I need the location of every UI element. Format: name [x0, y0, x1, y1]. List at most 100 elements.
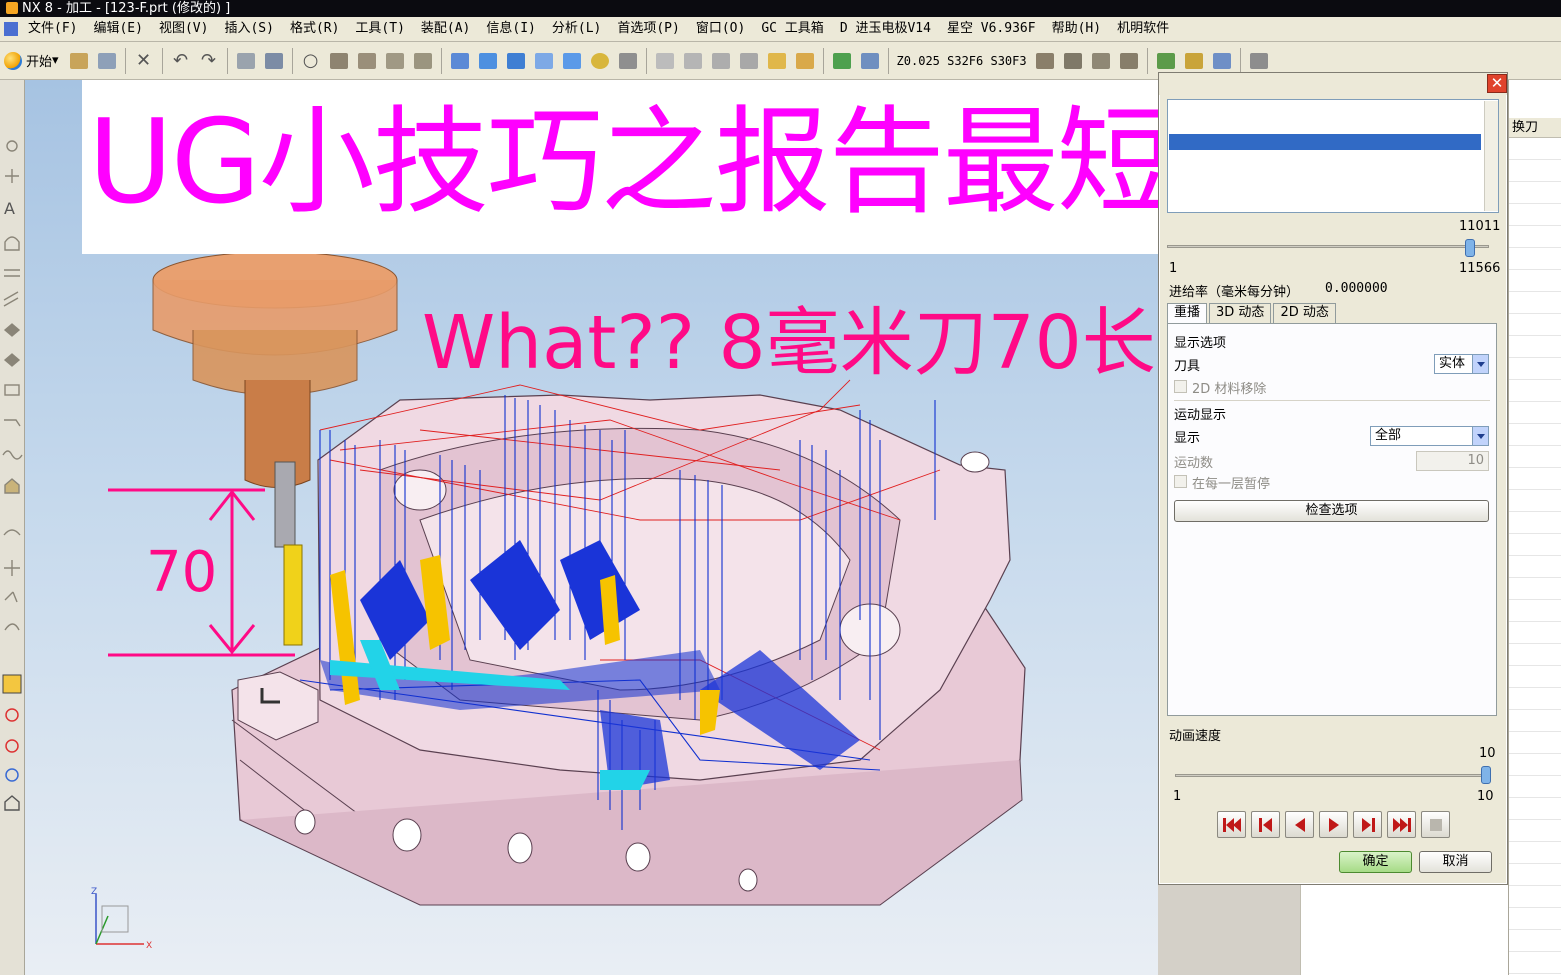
menu-view[interactable]: 视图(V): [151, 18, 216, 40]
list-button[interactable]: [1209, 48, 1235, 74]
corner-icon: [683, 52, 702, 69]
save-icon: [97, 52, 116, 69]
section-button[interactable]: [615, 48, 641, 74]
animation-speed-label: 动画速度: [1169, 729, 1222, 744]
undo-button[interactable]: ↶: [168, 48, 194, 74]
menu-format[interactable]: 格式(R): [282, 18, 347, 40]
menu-preferences[interactable]: 首选项(P): [609, 18, 687, 40]
dialog-close-button[interactable]: ✕: [1487, 74, 1507, 93]
chart-button[interactable]: [1153, 48, 1179, 74]
step-forward-button[interactable]: [1353, 811, 1382, 838]
corner-button[interactable]: [680, 48, 706, 74]
plane-button[interactable]: [708, 48, 734, 74]
fast-forward-to-end-button[interactable]: [1387, 811, 1416, 838]
svg-text:X: X: [146, 941, 152, 951]
solid-cube-button[interactable]: [503, 48, 529, 74]
menu-help[interactable]: 帮助(H): [1044, 18, 1109, 40]
toolbar-separator: [124, 47, 126, 74]
shaded-view-button[interactable]: [475, 48, 501, 74]
material-removal-checkbox[interactable]: [1174, 380, 1187, 393]
report-button[interactable]: [1181, 48, 1207, 74]
pause-each-layer-checkbox[interactable]: [1174, 475, 1187, 488]
delete-button[interactable]: ✕: [131, 48, 157, 74]
save-button[interactable]: [94, 48, 120, 74]
tool-display-select[interactable]: 实体: [1434, 354, 1489, 374]
tool-a-button[interactable]: [1032, 48, 1058, 74]
wire-cube-button[interactable]: [531, 48, 557, 74]
play-reverse-button[interactable]: [1285, 811, 1314, 838]
menu-assembly[interactable]: 装配(A): [413, 18, 478, 40]
close-x-icon: ✕: [136, 50, 152, 71]
cancel-button[interactable]: 取消: [1419, 851, 1492, 873]
check-options-button[interactable]: 检查选项: [1174, 500, 1489, 522]
feed-rate-value: 0.000000: [1325, 281, 1388, 296]
cut-button[interactable]: [233, 48, 259, 74]
fit-icon: [450, 52, 469, 69]
cutter-button[interactable]: [354, 48, 380, 74]
stop-button[interactable]: [1421, 811, 1450, 838]
menu-file[interactable]: 文件(F): [20, 18, 85, 40]
motion-count-input[interactable]: 10: [1416, 451, 1489, 471]
tab-replay[interactable]: 重播: [1167, 303, 1208, 323]
play-button[interactable]: [1319, 811, 1348, 838]
ok-button[interactable]: 确定: [1339, 851, 1412, 873]
svg-text:Z: Z: [91, 887, 97, 897]
selection-filter-button[interactable]: [261, 48, 287, 74]
csys-button[interactable]: [857, 48, 883, 74]
menu-analysis[interactable]: 分析(L): [544, 18, 609, 40]
menu-jiming[interactable]: 机明软件: [1109, 18, 1177, 40]
rewind-start-icon: [1223, 818, 1241, 832]
list-icon: [1212, 52, 1231, 69]
start-button[interactable]: 开始 ▾: [2, 48, 65, 74]
tab-3d-dynamic[interactable]: 3D 动态: [1209, 303, 1272, 323]
animation-speed-track[interactable]: [1175, 774, 1489, 777]
machine-tool-button[interactable]: [326, 48, 352, 74]
wcs-button[interactable]: [829, 48, 855, 74]
circle-tool-button[interactable]: ○: [298, 48, 324, 74]
menu-information[interactable]: 信息(I): [478, 18, 543, 40]
geometry-button[interactable]: [382, 48, 408, 74]
column-header-tool-change[interactable]: 换刀: [1509, 118, 1561, 138]
tab-2d-dynamic[interactable]: 2D 动态: [1273, 303, 1336, 323]
dialog-title-bar[interactable]: [1159, 73, 1507, 95]
motion-slider-track[interactable]: [1167, 245, 1489, 248]
toolpath-list-scrollbar[interactable]: [1484, 101, 1498, 211]
feed-readout: Z0.025 S32F6 S30F3: [896, 53, 1027, 68]
open-button[interactable]: [66, 48, 92, 74]
toolbar-separator: [291, 47, 293, 74]
angle-button[interactable]: [792, 48, 818, 74]
rewind-to-start-button[interactable]: [1217, 811, 1246, 838]
surface-button[interactable]: [736, 48, 762, 74]
more-button[interactable]: [1246, 48, 1272, 74]
display-options-heading: 显示选项: [1174, 336, 1227, 351]
menu-xingkong[interactable]: 星空 V6.936F: [939, 18, 1044, 40]
menu-gc-toolkit[interactable]: GC 工具箱: [753, 18, 831, 40]
toolbar-separator: [1146, 47, 1148, 74]
tool-d-button[interactable]: [1116, 48, 1142, 74]
menu-tools[interactable]: 工具(T): [347, 18, 412, 40]
method-button[interactable]: [410, 48, 436, 74]
ruler-icon: [767, 52, 786, 69]
redo-button[interactable]: ↷: [196, 48, 222, 74]
step-forward-icon: [1362, 818, 1375, 832]
toolpath-list[interactable]: [1167, 99, 1499, 213]
sketch-button[interactable]: [652, 48, 678, 74]
tool-c-button[interactable]: [1088, 48, 1114, 74]
iso-cube-button[interactable]: [559, 48, 585, 74]
step-back-icon: [1259, 818, 1272, 832]
menu-edit[interactable]: 编辑(E): [85, 18, 150, 40]
display-mode-select[interactable]: 全部: [1370, 426, 1489, 446]
menu-window[interactable]: 窗口(O): [688, 18, 753, 40]
menu-insert[interactable]: 插入(S): [216, 18, 281, 40]
chevron-down-icon: [1472, 355, 1488, 373]
animation-speed-thumb[interactable]: [1481, 766, 1491, 784]
fit-view-button[interactable]: [447, 48, 473, 74]
sphere-button[interactable]: [587, 48, 613, 74]
measure-button[interactable]: [764, 48, 790, 74]
toolpath-list-selected-row[interactable]: [1169, 134, 1481, 150]
step-back-button[interactable]: [1251, 811, 1280, 838]
tool-b-button[interactable]: [1060, 48, 1086, 74]
motion-slider-thumb[interactable]: [1465, 239, 1475, 257]
menu-electrode[interactable]: D 进玉电极V14: [832, 18, 939, 40]
menu-app-icon[interactable]: [4, 22, 18, 36]
